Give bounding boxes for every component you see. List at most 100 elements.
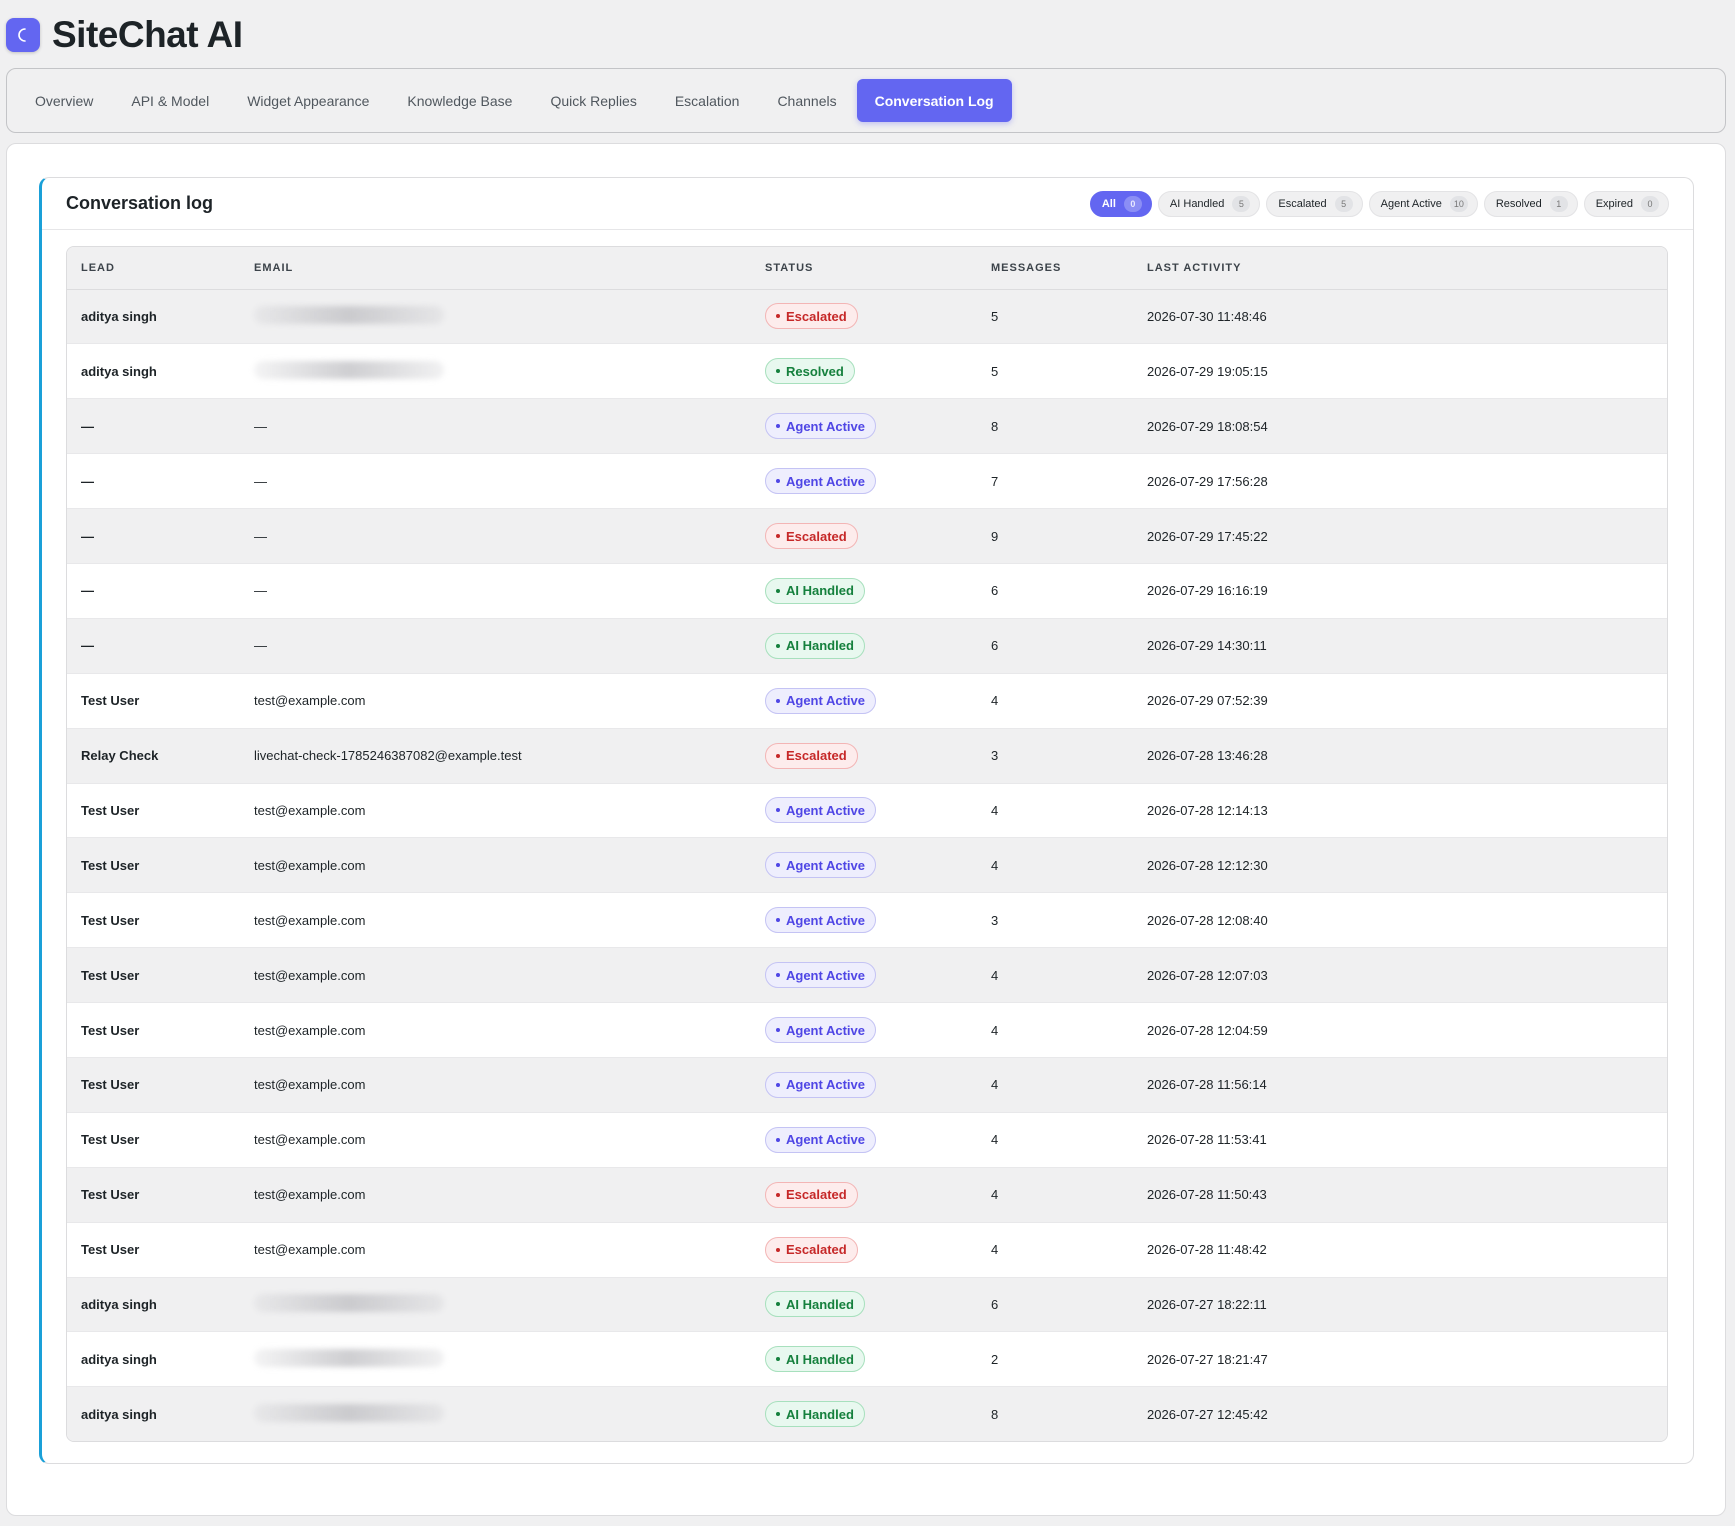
message-count: 4 bbox=[977, 947, 1133, 1004]
last-activity: 2026-07-27 18:22:11 bbox=[1133, 1277, 1394, 1333]
filter-expired[interactable]: Expired 0 bbox=[1583, 190, 1669, 217]
redacted-email bbox=[254, 1403, 444, 1422]
status-label: Escalated bbox=[786, 1242, 847, 1258]
message-count: 4 bbox=[977, 1222, 1133, 1278]
filter-label: Agent Active bbox=[1380, 197, 1442, 210]
status-label: Agent Active bbox=[786, 1077, 865, 1093]
status-label: Escalated bbox=[786, 528, 847, 544]
last-activity: 2026-07-29 16:16:19 bbox=[1133, 563, 1394, 619]
tab-channels[interactable]: Channels bbox=[759, 79, 854, 122]
lead-email: test@example.com bbox=[240, 837, 751, 894]
lead-email bbox=[240, 1277, 751, 1333]
message-count: 5 bbox=[977, 289, 1133, 345]
table-row: —— AI Handled 62026-07-29 14:30:11View bbox=[67, 618, 1667, 674]
last-activity: 2026-07-28 11:48:42 bbox=[1133, 1222, 1394, 1278]
table-row: —— Agent Active 82026-07-29 18:08:54View bbox=[67, 398, 1667, 455]
lead-email: test@example.com bbox=[240, 1002, 751, 1058]
status-dot-icon bbox=[776, 1028, 780, 1033]
app-header: SiteChat AI bbox=[6, 14, 243, 56]
lead-name: aditya singh bbox=[67, 1331, 240, 1388]
status-badge: Agent Active bbox=[765, 413, 876, 440]
status-badge: Resolved bbox=[765, 358, 855, 385]
tab-escalation[interactable]: Escalation bbox=[657, 79, 758, 122]
last-activity: 2026-07-27 18:21:47 bbox=[1133, 1331, 1394, 1388]
status-dot-icon bbox=[776, 643, 780, 648]
status-label: Escalated bbox=[786, 748, 847, 764]
table-row: —— Escalated 92026-07-29 17:45:22View bbox=[67, 508, 1667, 564]
column-header-email: EMAIL bbox=[240, 247, 751, 290]
filter-agent-active[interactable]: Agent Active 10 bbox=[1368, 190, 1478, 217]
filter-all[interactable]: All 0 bbox=[1089, 190, 1152, 217]
table-row: Test User test@example.com Escalated 4 2026-… bbox=[67, 1167, 1667, 1223]
message-count: 7 bbox=[977, 453, 1133, 510]
table-row: Test User test@example.com Agent Active 3 20… bbox=[67, 892, 1667, 949]
last-activity: 2026-07-29 18:08:54 bbox=[1133, 398, 1394, 455]
message-count: 3 bbox=[977, 728, 1133, 784]
filter-count-badge: 0 bbox=[1641, 195, 1659, 212]
lead-email: test@example.com bbox=[240, 1222, 751, 1278]
last-activity: 2026-07-28 11:50:43 bbox=[1133, 1167, 1394, 1223]
lead-email: livechat-check-1785246387082@example.tes… bbox=[240, 728, 751, 784]
actions-cell: View bbox=[1394, 1331, 1667, 1388]
last-activity: 2026-07-28 11:56:14 bbox=[1133, 1057, 1394, 1113]
column-header-last-activity: LAST ACTIVITY bbox=[1133, 247, 1394, 290]
status-label: Agent Active bbox=[786, 473, 865, 489]
table-row: aditya singh Resolved 5 2026-07-29 19:05:15… bbox=[67, 343, 1667, 400]
status-badge: Agent Active bbox=[765, 1126, 876, 1153]
table-row: Relay Check livechat-check-1785246387082@… bbox=[67, 728, 1667, 784]
lead-name: — bbox=[67, 508, 240, 564]
lead-name: Test User bbox=[67, 783, 240, 839]
status-cell: Escalated bbox=[751, 1222, 977, 1278]
last-activity: 2026-07-27 12:45:42 bbox=[1133, 1386, 1394, 1441]
actions-cell: View bbox=[1394, 728, 1667, 784]
lead-email: test@example.com bbox=[240, 892, 751, 949]
conversation-table-wrap: LEAD EMAIL STATUS MESSAGES LAST ACTIVITY adi… bbox=[66, 246, 1668, 1442]
message-count: 6 bbox=[977, 563, 1133, 619]
actions-cell: View bbox=[1394, 892, 1667, 949]
lead-email: test@example.com bbox=[240, 673, 751, 729]
table-header-row: LEAD EMAIL STATUS MESSAGES LAST ACTIVITY bbox=[67, 247, 1667, 290]
filter-resolved[interactable]: Resolved 1 bbox=[1483, 190, 1578, 217]
table-row: aditya singh AI Handled 2 2026-07-27 18:21:… bbox=[67, 1331, 1667, 1388]
status-badge: AI Handled bbox=[765, 1346, 865, 1373]
actions-cell: View bbox=[1394, 1057, 1667, 1113]
status-cell: Agent Active bbox=[751, 837, 977, 894]
lead-name: Test User bbox=[67, 947, 240, 1004]
message-count: 4 bbox=[977, 783, 1133, 839]
actions-cell: View bbox=[1394, 1277, 1667, 1333]
status-badge: AI Handled bbox=[765, 577, 865, 604]
status-label: Agent Active bbox=[786, 967, 865, 983]
lead-email bbox=[240, 289, 751, 345]
status-badge: Escalated bbox=[765, 1236, 858, 1263]
tab-widget-appearance[interactable]: Widget Appearance bbox=[229, 79, 387, 122]
filter-ai-handled[interactable]: AI Handled 5 bbox=[1157, 190, 1261, 217]
tab-conversation-log[interactable]: Conversation Log bbox=[856, 79, 1012, 122]
tab-overview[interactable]: Overview bbox=[17, 79, 111, 122]
status-label: Agent Active bbox=[786, 1132, 865, 1148]
status-cell: Escalated bbox=[751, 728, 977, 784]
lead-name: Test User bbox=[67, 1112, 240, 1168]
status-label: Agent Active bbox=[786, 418, 865, 434]
lead-email: test@example.com bbox=[240, 1057, 751, 1113]
main-panel: Conversation log All 0 AI Handled 5 Escalate… bbox=[6, 143, 1726, 1516]
status-dot-icon bbox=[776, 973, 780, 978]
filter-escalated[interactable]: Escalated 5 bbox=[1266, 190, 1363, 217]
status-badge: Escalated bbox=[765, 523, 858, 549]
tab-quick-replies[interactable]: Quick Replies bbox=[532, 79, 654, 122]
lead-name: Test User bbox=[67, 892, 240, 949]
lead-email bbox=[240, 1386, 751, 1441]
filter-count-badge: 1 bbox=[1549, 195, 1568, 212]
filter-label: Expired bbox=[1595, 197, 1633, 210]
table-row: Test User test@example.com Agent Active 4 20… bbox=[67, 1057, 1667, 1113]
lead-email: — bbox=[240, 453, 751, 510]
status-label: AI Handled bbox=[786, 638, 854, 654]
tab-knowledge-base[interactable]: Knowledge Base bbox=[389, 79, 530, 122]
status-label: AI Handled bbox=[786, 1351, 854, 1367]
status-dot-icon bbox=[776, 479, 780, 484]
status-badge: AI Handled bbox=[765, 1401, 865, 1428]
status-badge: AI Handled bbox=[765, 632, 865, 659]
message-count: 4 bbox=[977, 673, 1133, 729]
message-count: 4 bbox=[977, 837, 1133, 894]
tab-api-and-model[interactable]: API & Model bbox=[113, 79, 227, 122]
status-badge: AI Handled bbox=[765, 1291, 865, 1318]
